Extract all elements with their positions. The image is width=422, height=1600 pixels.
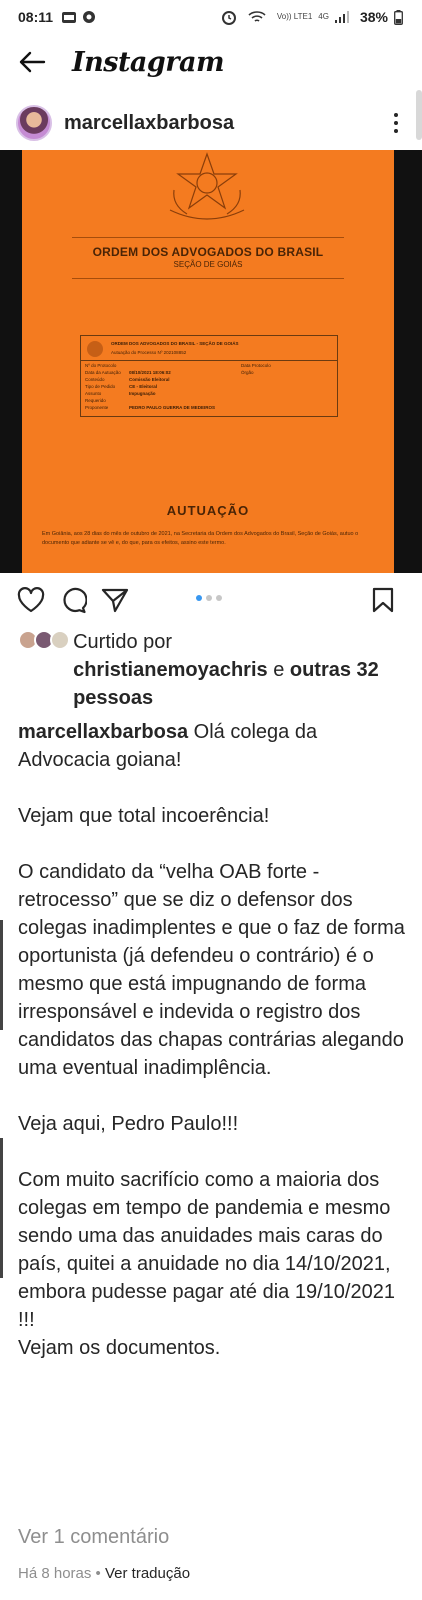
- carousel-dot-active: [196, 595, 202, 601]
- caption-username[interactable]: marcellaxbarbosa: [18, 721, 188, 743]
- post-timestamp: Há 8 horas: [18, 1565, 92, 1582]
- avatar: [50, 630, 70, 650]
- doc-form-box: ORDEM DOS ADVOGADOS DO BRASIL - SEÇÃO DE…: [80, 335, 338, 417]
- liker-username[interactable]: christianemoyachris: [73, 659, 268, 681]
- likes-connector: e: [273, 659, 285, 681]
- form-side-label: Órgão: [241, 370, 254, 375]
- form-row-label: Nº do Protocolo: [85, 363, 117, 368]
- wifi-icon: [248, 10, 266, 24]
- avatar[interactable]: [16, 105, 52, 141]
- view-comments-link[interactable]: Ver 1 comentário: [18, 1526, 169, 1549]
- caption-text: Olá colega da Advocacia goiana! Vejam qu…: [18, 721, 405, 1359]
- alarm-icon: [221, 9, 237, 25]
- app-title: Instagram: [72, 46, 225, 78]
- settings-notification-icon: [82, 10, 96, 24]
- post-meta: Há 8 horas • Ver tradução: [18, 1565, 190, 1582]
- form-row-value: Impugnação: [129, 391, 156, 396]
- liker-avatars[interactable]: [18, 630, 73, 650]
- comment-icon[interactable]: [56, 583, 90, 617]
- brasil-coat-of-arms: [169, 152, 245, 220]
- status-time: 08:11: [18, 9, 54, 25]
- app-header: Instagram: [0, 34, 422, 90]
- form-seal: [87, 341, 103, 357]
- doc-org-name: ORDEM DOS ADVOGADOS DO BRASIL: [92, 245, 324, 259]
- post-caption: marcellaxbarbosa Olá colega da Advocacia…: [18, 718, 410, 1362]
- bookmark-icon[interactable]: [366, 583, 400, 617]
- form-row-label: Data da Autuação: [85, 370, 121, 375]
- form-row-value: 08/10/2021 18:06:02: [129, 370, 171, 375]
- meta-separator: •: [95, 1565, 101, 1582]
- form-row-label: Proponente: [85, 405, 109, 410]
- scrollbar[interactable]: [416, 90, 422, 140]
- likes-section: Curtido por christianemoyachris e outras…: [18, 628, 410, 712]
- carousel-indicator: [196, 595, 222, 601]
- post-actions: [0, 577, 422, 623]
- signal-label: 4G: [318, 12, 329, 21]
- form-row-label: Conteúdo: [85, 377, 105, 382]
- carousel-dot: [206, 595, 212, 601]
- form-row-label: Tipo de Pedido: [85, 384, 116, 389]
- edge-handle: [0, 1138, 3, 1278]
- doc-footer-text: Em Goiânia, aos 28 dias do mês de outubr…: [42, 531, 359, 546]
- doc-title: AUTUAÇÃO: [166, 503, 250, 518]
- form-row-label: Assunto: [85, 391, 102, 396]
- form-row-value: PEDRO PAULO GUERRA DE MEDEIROS: [129, 405, 216, 410]
- edge-handle: [0, 920, 3, 1030]
- doc-side-stamp: [380, 150, 390, 330]
- signal-icon: [334, 11, 349, 23]
- form-row-value: Comissão Eleitoral: [129, 377, 170, 382]
- doc-section: SEÇÃO DE GOIÁS: [173, 260, 243, 269]
- form-header: ORDEM DOS ADVOGADOS DO BRASIL - SEÇÃO DE…: [111, 341, 239, 346]
- form-side-label: Data Protocolo: [241, 363, 271, 368]
- post-username[interactable]: marcellaxbarbosa: [64, 112, 234, 135]
- network-label: Vo)) LTE1: [276, 12, 313, 21]
- battery-icon: [394, 9, 403, 25]
- post-header: marcellaxbarbosa: [0, 98, 422, 148]
- likes-prefix: Curtido por: [73, 631, 173, 653]
- back-arrow-icon[interactable]: [18, 47, 48, 77]
- form-row-label: Requerido: [85, 398, 106, 403]
- form-process: Autuação do Processo Nº 202108852: [111, 350, 187, 355]
- status-bar: 08:11 Vo)) LTE1 4G 38%: [0, 0, 422, 34]
- more-options-icon[interactable]: [386, 113, 406, 133]
- translate-link[interactable]: Ver tradução: [105, 1565, 190, 1582]
- heart-icon[interactable]: [14, 583, 48, 617]
- form-row-value: CE - Eleitoral: [129, 384, 158, 389]
- post-image[interactable]: ORDEM DOS ADVOGADOS DO BRASIL SEÇÃO DE G…: [0, 150, 422, 573]
- share-icon[interactable]: [98, 583, 132, 617]
- document-image: ORDEM DOS ADVOGADOS DO BRASIL SEÇÃO DE G…: [22, 150, 394, 573]
- gallery-notification-icon: [61, 11, 77, 24]
- carousel-dot: [216, 595, 222, 601]
- likes-text: Curtido por christianemoyachris e outras…: [73, 628, 410, 712]
- battery-level: 38%: [359, 9, 388, 25]
